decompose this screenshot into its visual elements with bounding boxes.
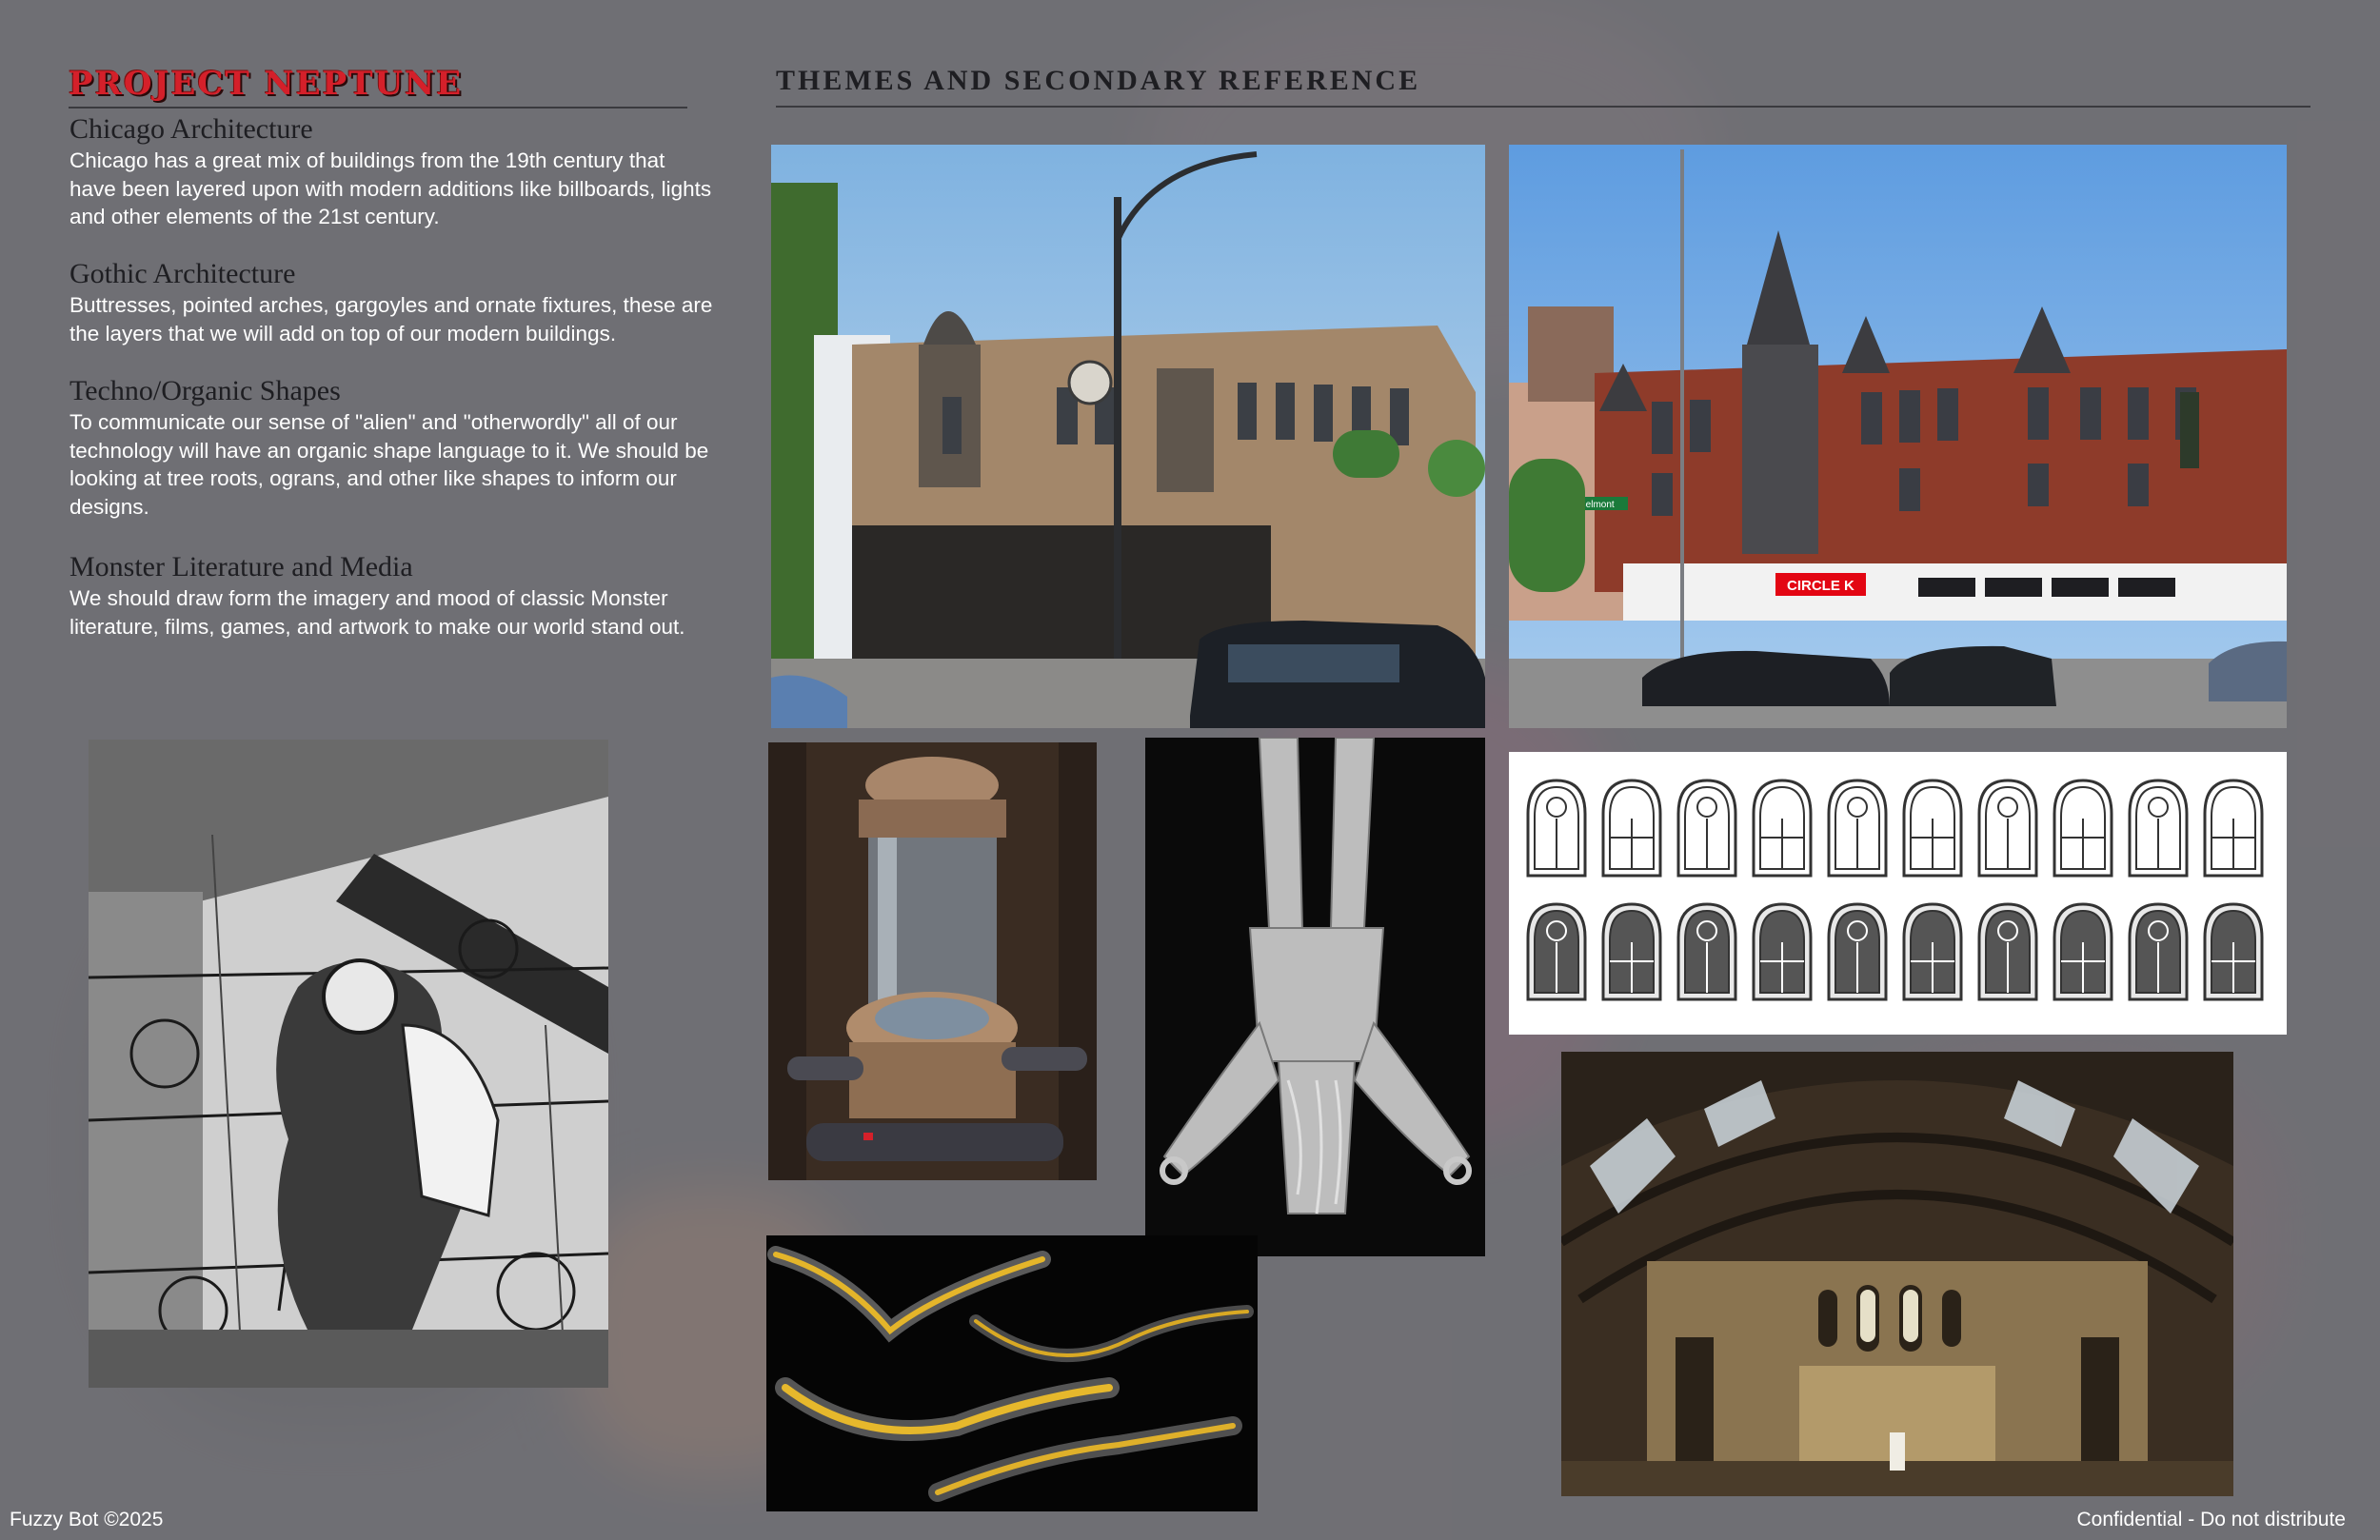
gothic-window-icon — [1827, 779, 1888, 878]
cathedral-hall-photo — [1561, 1052, 2233, 1496]
organic-cables-art — [766, 1235, 1258, 1511]
divider-left — [69, 107, 687, 109]
gothic-window-icon — [1601, 902, 1662, 1001]
section-heading: Chicago Architecture — [69, 113, 313, 145]
section-body: Chicago has a great mix of buildings fro… — [69, 148, 712, 228]
gothic-window-icon — [2053, 902, 2113, 1001]
section-body: Buttresses, pointed arches, gargoyles an… — [69, 293, 713, 346]
project-logo: PROJECT NEPTUNE — [69, 65, 464, 103]
gothic-window-icon — [1676, 902, 1737, 1001]
gothic-window-icon — [2128, 779, 2189, 878]
gothic-window-icon — [2128, 902, 2189, 1001]
glass-tube-machine-art — [768, 742, 1097, 1180]
section-monster-literature: Monster Literature and Media We should d… — [69, 550, 717, 641]
gothic-window-icon — [1977, 779, 2038, 878]
section-heading: Gothic Architecture — [69, 258, 296, 289]
divider-right — [776, 106, 2311, 108]
section-techno-organic: Techno/Organic Shapes To communicate our… — [69, 374, 717, 521]
gothic-window-icon — [1676, 779, 1737, 878]
biomechanical-sculpt-art — [1145, 738, 1485, 1256]
gothic-window-icon — [2053, 779, 2113, 878]
page-title: THEMES AND SECONDARY REFERENCE — [776, 65, 1421, 96]
footer-copyright: Fuzzy Bot ©2025 — [10, 1509, 164, 1530]
chicago-building-photo — [771, 145, 1485, 728]
gothic-window-icon — [1827, 902, 1888, 1001]
gothic-window-icon — [1752, 902, 1813, 1001]
gothic-window-icon — [2203, 779, 2264, 878]
section-chicago-architecture: Chicago Architecture Chicago has a great… — [69, 112, 717, 231]
gothic-window-icon — [1752, 779, 1813, 878]
chicago-corner-building-photo: CIRCLE K Belmont — [1509, 145, 2287, 728]
section-heading: Monster Literature and Media — [69, 551, 413, 582]
section-heading: Techno/Organic Shapes — [69, 375, 341, 406]
gothic-window-icon — [1977, 902, 2038, 1001]
gothic-window-icon — [1902, 779, 1963, 878]
gothic-window-icon — [1526, 779, 1587, 878]
gothic-window-icon — [1526, 902, 1587, 1001]
monster-lab-illustration — [89, 740, 608, 1388]
gothic-window-icon — [1601, 779, 1662, 878]
section-body: To communicate our sense of "alien" and … — [69, 410, 709, 519]
gothic-window-icon — [1902, 902, 1963, 1001]
circle-k-sign: CIRCLE K — [1787, 578, 1854, 594]
gothic-windows-reference — [1509, 752, 2287, 1035]
gothic-window-icon — [2203, 902, 2264, 1001]
section-body: We should draw form the imagery and mood… — [69, 586, 685, 639]
footer-confidential: Confidential - Do not distribute — [2076, 1509, 2347, 1530]
section-gothic-architecture: Gothic Architecture Buttresses, pointed … — [69, 257, 717, 347]
